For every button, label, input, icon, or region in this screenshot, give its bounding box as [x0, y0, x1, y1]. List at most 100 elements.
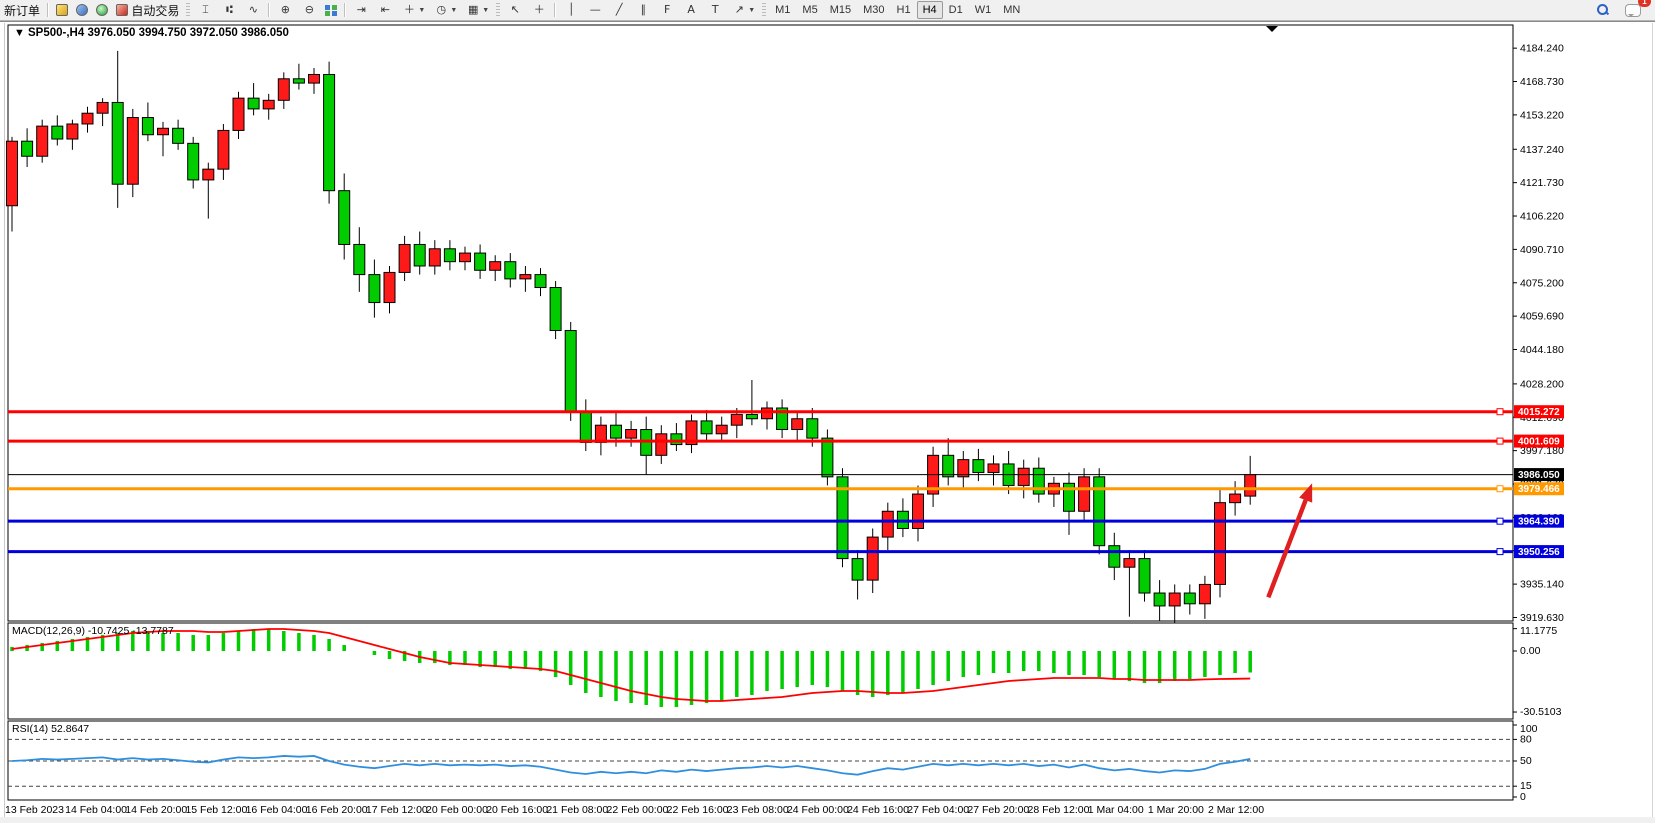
macd-tick-label: -30.5103 [1520, 706, 1562, 718]
time-axis: 13 Feb 202314 Feb 04:0014 Feb 20:0015 Fe… [5, 804, 1264, 816]
hline-handle[interactable] [1497, 409, 1503, 415]
add-indicator-icon: ＋ [401, 3, 417, 17]
candlestick-chart-button[interactable]: ⑆ [217, 1, 241, 19]
person-icon [76, 4, 88, 16]
arrows-tool-button[interactable]: ↗▼ [727, 1, 759, 19]
timeframe-D1[interactable]: D1 [943, 1, 969, 19]
price-tick-label: 4121.730 [1520, 177, 1564, 189]
candle-up [1245, 475, 1256, 497]
price-badge-label: 3950.256 [1518, 547, 1560, 558]
publish-button[interactable] [72, 1, 92, 19]
candle-down [188, 143, 199, 180]
candle-up [127, 118, 138, 185]
toolbar-grip[interactable] [762, 3, 766, 17]
template-button[interactable]: ▦▼ [461, 1, 493, 19]
zoom-in-button[interactable]: ⊕ [273, 1, 297, 19]
candle-down [550, 287, 561, 330]
chart-dropdown-icon[interactable]: ▼ [14, 27, 25, 39]
hline-handle[interactable] [1497, 486, 1503, 492]
arrows-icon: ↗ [731, 3, 747, 17]
layers-button[interactable] [52, 1, 72, 19]
toolbar-grip[interactable] [186, 3, 190, 17]
price-tick-label: 4044.180 [1520, 344, 1564, 356]
new-order-button[interactable]: 新订单 [0, 1, 44, 19]
price-badge-label: 3979.466 [1518, 484, 1560, 495]
zoom-out-button[interactable]: ⊖ [297, 1, 321, 19]
bar-chart-icon: ⌶ [197, 3, 213, 17]
candle-up [626, 430, 637, 439]
autoscroll-button[interactable]: ⇤ [373, 1, 397, 19]
timeframe-M5[interactable]: M5 [796, 1, 823, 19]
time-axis-label: 2 Mar 12:00 [1208, 804, 1264, 816]
timeframe-MN[interactable]: MN [997, 1, 1026, 19]
price-tick-label: 4184.240 [1520, 43, 1564, 55]
main-toolbar: 新订单 自动交易 ⌶ ⑆ ∿ ⊕ ⊖ ⇥ ⇤ ＋▼ ◷▼ ▦▼ ↖ ＋ │ — … [0, 0, 1655, 21]
candle-down [142, 118, 153, 135]
notifications-button[interactable]: 1 [1621, 1, 1645, 19]
fibonacci-button[interactable]: F [655, 1, 679, 19]
time-axis-label: 16 Feb 20:00 [306, 804, 368, 816]
chart-canvas[interactable]: ▼SP500-,H4 3976.050 3994.750 3972.050 39… [0, 22, 1655, 818]
price-badge-label: 3964.390 [1518, 517, 1560, 528]
candle-up [37, 126, 48, 156]
candle-down [444, 249, 455, 262]
crosshair-button[interactable]: ＋ [527, 1, 551, 19]
price-axis: 4184.2404168.7304153.2204137.2404121.730… [1513, 43, 1564, 624]
rsi-label: RSI(14) 52.8647 [12, 723, 89, 735]
price-badge-label: 4001.609 [1518, 437, 1560, 448]
timeframe-W1[interactable]: W1 [969, 1, 998, 19]
price-tick-label: 3919.630 [1520, 612, 1564, 624]
macd-pane[interactable] [8, 623, 1513, 719]
zoom-out-icon: ⊖ [301, 3, 317, 17]
period-button[interactable]: ◷▼ [429, 1, 461, 19]
dropdown-arrow-icon: ▼ [748, 7, 755, 14]
price-tick-label: 4137.240 [1520, 144, 1564, 156]
bar-chart-button[interactable]: ⌶ [193, 1, 217, 19]
candle-up [309, 74, 320, 83]
equidistant-channel-button[interactable]: ∥ [631, 1, 655, 19]
vertical-line-icon: │ [563, 3, 579, 17]
hline-handle[interactable] [1497, 438, 1503, 444]
horizontal-line-button[interactable]: — [583, 1, 607, 19]
cursor-button[interactable]: ↖ [503, 1, 527, 19]
timeframe-M1[interactable]: M1 [769, 1, 796, 19]
hline-handle[interactable] [1497, 518, 1503, 524]
price-badge-label: 3986.050 [1518, 470, 1560, 481]
autotrading-button[interactable]: 自动交易 [112, 1, 183, 19]
candle-up [1169, 593, 1180, 606]
trendline-button[interactable]: ╱ [607, 1, 631, 19]
timeframe-M30[interactable]: M30 [857, 1, 890, 19]
candle-up [67, 124, 78, 139]
candle-up [82, 113, 93, 124]
dropdown-arrow-icon: ▼ [482, 7, 489, 14]
candle-down [822, 438, 833, 477]
candle-up [731, 414, 742, 425]
text-tool-button[interactable]: A [679, 1, 703, 19]
time-axis-label: 21 Feb 08:00 [546, 804, 608, 816]
candle-down [1109, 546, 1120, 568]
vertical-line-button[interactable]: │ [559, 1, 583, 19]
label-tool-button[interactable]: T [703, 1, 727, 19]
search-button[interactable] [1593, 1, 1613, 19]
candle-down [565, 331, 576, 413]
toolbar-right-group: 1 [1593, 1, 1655, 19]
candle-down [1139, 559, 1150, 593]
candle-down [173, 128, 184, 143]
line-chart-button[interactable]: ∿ [241, 1, 265, 19]
timeframe-H1[interactable]: H1 [891, 1, 917, 19]
trendline-icon: ╱ [611, 3, 627, 17]
toolbar-grip[interactable] [496, 3, 500, 17]
candle-down [701, 421, 712, 434]
fibonacci-icon: F [659, 3, 675, 17]
candle-up [656, 434, 667, 456]
tile-windows-button[interactable] [321, 1, 341, 19]
toolbar-separator [344, 3, 346, 17]
add-indicator-button[interactable]: ＋▼ [397, 1, 429, 19]
price-tick-label: 4028.200 [1520, 378, 1564, 390]
timeframe-M15[interactable]: M15 [824, 1, 857, 19]
time-axis-label: 16 Feb 04:00 [246, 804, 308, 816]
timeframe-H4[interactable]: H4 [917, 1, 943, 19]
hline-handle[interactable] [1497, 549, 1503, 555]
data-window-button[interactable]: ⇥ [349, 1, 373, 19]
signal-button[interactable] [92, 1, 112, 19]
